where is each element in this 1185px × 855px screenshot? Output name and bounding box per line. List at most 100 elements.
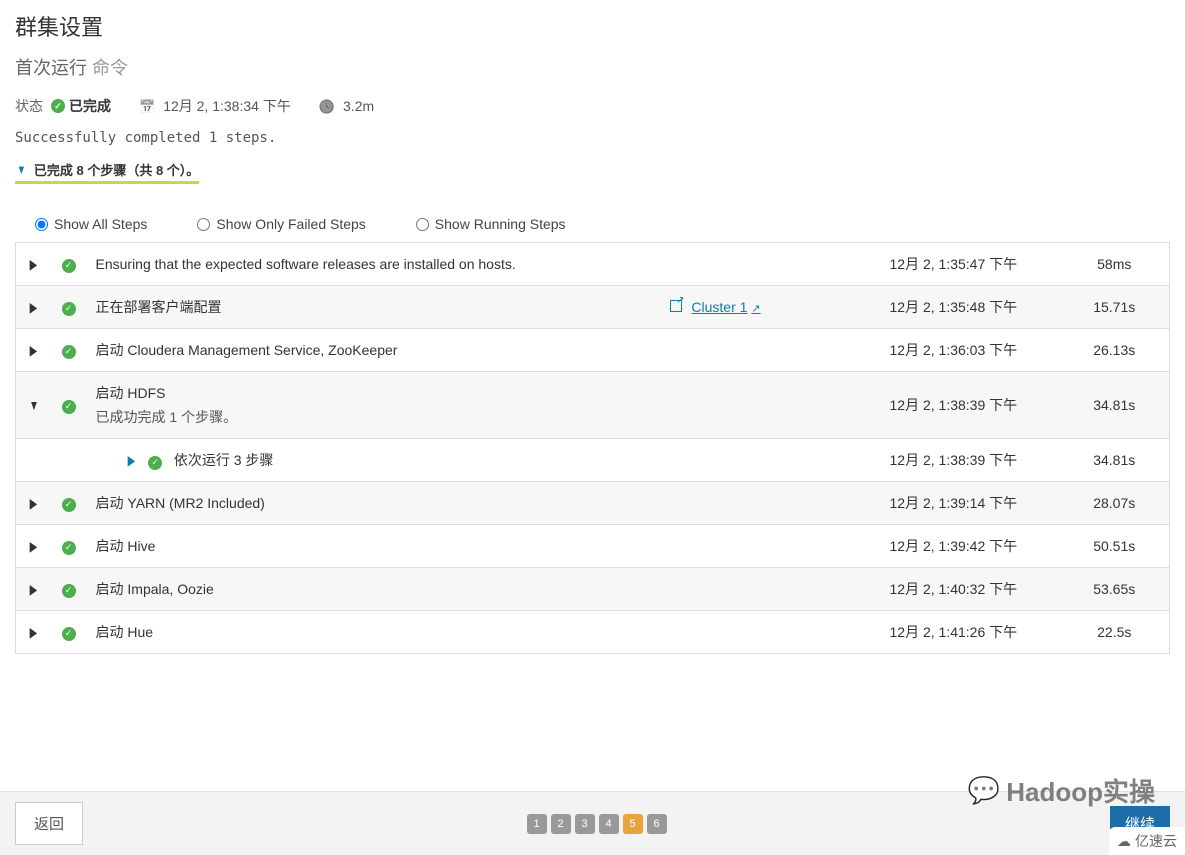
step-duration: 15.71s <box>1060 286 1170 329</box>
page-6[interactable]: 6 <box>647 814 667 834</box>
table-row: ✓启动 HDFS已成功完成 1 个步骤。12月 2, 1:38:39 下午34.… <box>16 372 1170 439</box>
table-row: ✓启动 Hive12月 2, 1:39:42 下午50.51s <box>16 525 1170 568</box>
cloud-icon: ☁ <box>1117 833 1131 850</box>
step-name: Ensuring that the expected software rele… <box>86 243 660 286</box>
status-timestamp: 12月 2, 1:38:34 下午 <box>163 96 291 116</box>
steps-summary-text: 已完成 8 个步骤（共 8 个）。 <box>34 160 199 179</box>
status-value: 已完成 <box>69 96 111 116</box>
chevron-down-icon <box>17 162 26 177</box>
step-filter-row: Show All Steps Show Only Failed Steps Sh… <box>15 216 1170 242</box>
page-1[interactable]: 1 <box>527 814 547 834</box>
page-2[interactable]: 2 <box>551 814 571 834</box>
pager: 123456 <box>527 814 667 834</box>
step-time: 12月 2, 1:40:32 下午 <box>880 568 1060 611</box>
step-name: 启动 YARN (MR2 Included) <box>86 482 660 525</box>
check-circle-icon: ✓ <box>62 498 76 512</box>
step-link-cell <box>660 525 880 568</box>
step-link-cell <box>660 568 880 611</box>
table-row: ✓启动 Hue12月 2, 1:41:26 下午22.5s <box>16 611 1170 654</box>
step-duration: 58ms <box>1060 243 1170 286</box>
expand-toggle[interactable] <box>16 525 52 568</box>
watermark-yisu: ☁亿速云 <box>1109 827 1185 855</box>
chevron-right-icon <box>30 581 38 598</box>
check-circle-icon: ✓ <box>62 345 76 359</box>
expand-toggle[interactable] <box>16 243 52 286</box>
subtitle: 首次运行 命令 <box>15 54 1170 80</box>
step-time: 12月 2, 1:35:48 下午 <box>880 286 1060 329</box>
check-circle-icon: ✓ <box>62 627 76 641</box>
step-name: 启动 Hive <box>86 525 660 568</box>
expand-toggle[interactable] <box>16 372 52 439</box>
page-5[interactable]: 5 <box>623 814 643 834</box>
step-name: 启动 HDFS已成功完成 1 个步骤。 <box>86 372 660 439</box>
page-4[interactable]: 4 <box>599 814 619 834</box>
check-circle-icon: ✓ <box>148 456 162 470</box>
success-message: Successfully completed 1 steps. <box>15 130 1170 146</box>
step-sub-message: 已成功完成 1 个步骤。 <box>96 403 650 427</box>
chevron-down-icon <box>29 397 39 413</box>
chevron-right-icon <box>30 538 38 555</box>
step-time: 12月 2, 1:35:47 下午 <box>880 243 1060 286</box>
expand-toggle[interactable] <box>16 568 52 611</box>
steps-summary-toggle[interactable]: 已完成 8 个步骤（共 8 个）。 <box>15 160 199 184</box>
chevron-right-icon <box>30 495 38 512</box>
expand-toggle[interactable] <box>16 286 52 329</box>
step-link-cell <box>660 243 880 286</box>
step-duration: 34.81s <box>1060 372 1170 439</box>
cluster-link[interactable]: Cluster 1 <box>691 299 760 315</box>
table-row: ✓ Ensuring that the expected software rel… <box>16 243 1170 286</box>
chevron-right-icon <box>30 624 38 641</box>
filter-all[interactable]: Show All Steps <box>35 216 147 232</box>
expand-toggle[interactable] <box>16 482 52 525</box>
chevron-right-icon <box>30 256 38 273</box>
step-status: ✓ <box>52 372 86 439</box>
chevron-right-icon[interactable] <box>127 452 135 469</box>
subtitle-suffix: 命令 <box>92 58 128 78</box>
back-button[interactable]: 返回 <box>15 802 83 845</box>
child-step-duration: 34.81s <box>1060 439 1170 482</box>
step-status: ✓ <box>52 568 86 611</box>
check-circle-icon: ✓ <box>51 99 65 113</box>
step-status: ✓ <box>52 611 86 654</box>
clock-icon <box>319 98 335 115</box>
step-status: ✓ <box>52 329 86 372</box>
step-name: 启动 Impala, Oozie <box>86 568 660 611</box>
filter-failed[interactable]: Show Only Failed Steps <box>197 216 365 232</box>
status-row: 状态 ✓ 已完成 12月 2, 1:38:34 下午 3.2m <box>15 96 1170 116</box>
status-label: 状态 <box>15 96 43 116</box>
expand-toggle[interactable] <box>16 611 52 654</box>
check-circle-icon: ✓ <box>62 259 76 273</box>
steps-table: ✓Ensuring that the expected software rel… <box>15 242 1170 654</box>
step-link-cell <box>660 611 880 654</box>
step-status: ✓ <box>52 286 86 329</box>
page-title: 群集设置 <box>15 10 1170 42</box>
status-duration: 3.2m <box>343 98 374 114</box>
step-status: ✓ <box>52 482 86 525</box>
child-step-name: ✓ 依次运行 3 步骤 <box>86 439 660 482</box>
external-link-icon <box>670 300 682 312</box>
table-row: ✓ 启动 YARN (MR2 Included) 12月 2, 1:39:14 下午… <box>16 482 1170 525</box>
step-name: 启动 Hue <box>86 611 660 654</box>
step-duration: 53.65s <box>1060 568 1170 611</box>
table-row: ✓正在部署客户端配置 Cluster 1 12月 2, 1:35:48 下午15… <box>16 286 1170 329</box>
step-time: 12月 2, 1:39:42 下午 <box>880 525 1060 568</box>
check-circle-icon: ✓ <box>62 400 76 414</box>
step-time: 12月 2, 1:41:26 下午 <box>880 611 1060 654</box>
table-subrow: ✓ 依次运行 3 步骤 12月 2, 1:38:39 下午 34.81s <box>16 439 1170 482</box>
step-time: 12月 2, 1:39:14 下午 <box>880 482 1060 525</box>
wechat-icon: 💬 <box>968 775 1000 806</box>
check-circle-icon: ✓ <box>62 541 76 555</box>
filter-running[interactable]: Show Running Steps <box>416 216 566 232</box>
check-circle-icon: ✓ <box>62 584 76 598</box>
watermark-hadoop: 💬Hadoop实操 <box>968 772 1155 809</box>
page-3[interactable]: 3 <box>575 814 595 834</box>
table-row: ✓ 启动 Impala, Oozie 12月 2, 1:40:32 下午53.65s <box>16 568 1170 611</box>
child-step-time: 12月 2, 1:38:39 下午 <box>880 439 1060 482</box>
expand-toggle[interactable] <box>16 329 52 372</box>
step-status: ✓ <box>52 243 86 286</box>
step-link-cell: Cluster 1 <box>660 286 880 329</box>
step-duration: 26.13s <box>1060 329 1170 372</box>
chevron-right-icon <box>30 342 38 359</box>
open-icon <box>751 299 760 315</box>
step-time: 12月 2, 1:36:03 下午 <box>880 329 1060 372</box>
